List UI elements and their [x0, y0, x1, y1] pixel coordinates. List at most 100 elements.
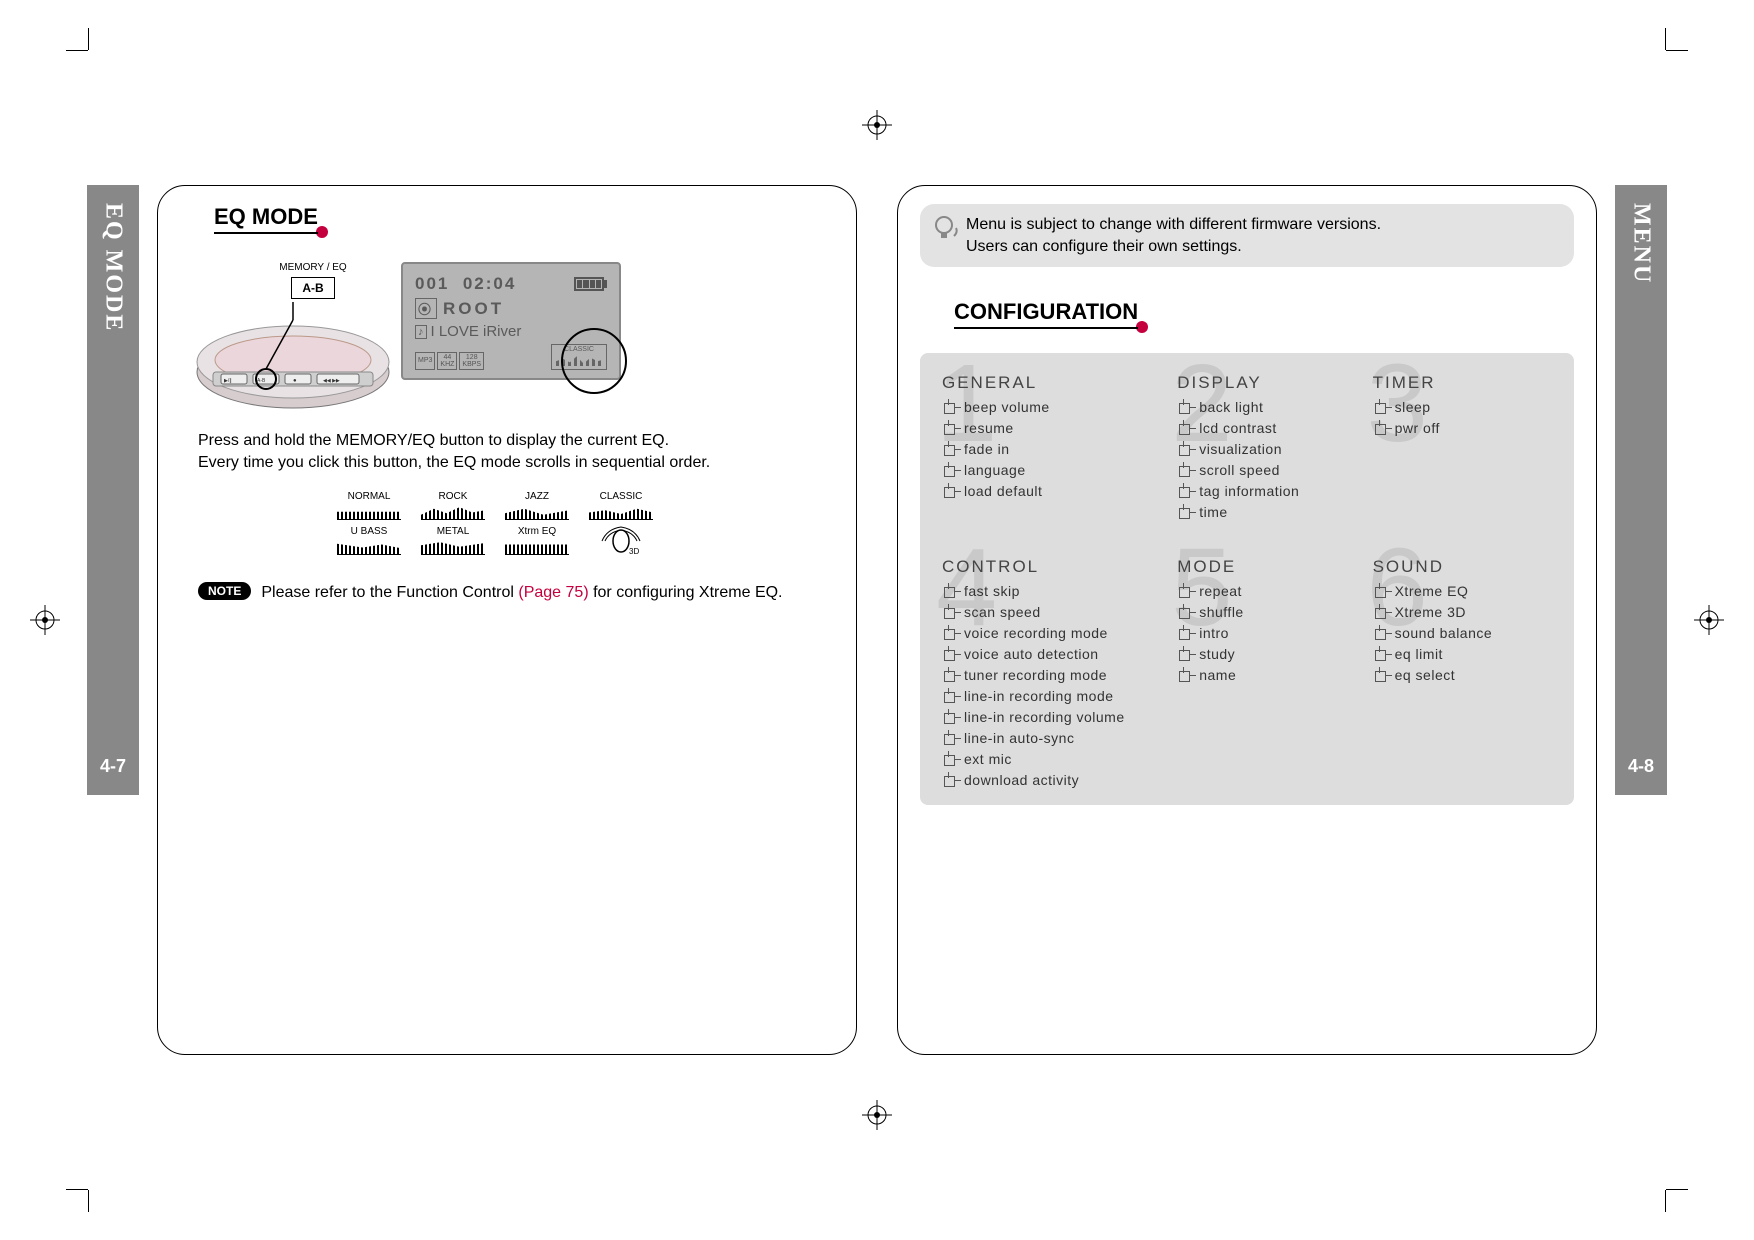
folder-icon: ⦿ — [415, 298, 437, 319]
eq-label: METAL — [421, 526, 485, 537]
section-head: SOUND — [1373, 557, 1552, 577]
eq-label: Xtrm EQ — [505, 526, 569, 537]
list-item: pwr off — [1373, 418, 1552, 439]
config-section-timer: 3 TIMER sleeppwr off — [1373, 373, 1552, 523]
list-item: visualization — [1177, 439, 1366, 460]
section-head: GENERAL — [942, 373, 1171, 393]
note-page-ref: (Page 75) — [518, 584, 588, 601]
eq-item: CLASSIC — [589, 491, 653, 520]
lcd-screen: 001 02:04 ⦿ROOT ♪I LOVE iRiver MP3 44KHZ… — [401, 262, 621, 380]
svg-text:▶/∥: ▶/∥ — [224, 378, 232, 384]
body-line-1: Press and hold the MEMORY/EQ button to d… — [198, 430, 826, 452]
list-item: load default — [942, 481, 1171, 502]
info-box: Menu is subject to change with different… — [920, 204, 1574, 267]
section-list: Xtreme EQXtreme 3Dsound balanceeq limite… — [1373, 581, 1552, 686]
list-item: fast skip — [942, 581, 1171, 602]
eq-item: Xtrm EQ — [505, 526, 569, 556]
list-item: repeat — [1177, 581, 1366, 602]
body-line-2: Every time you click this button, the EQ… — [198, 452, 826, 474]
list-item: scroll speed — [1177, 460, 1366, 481]
device-illustration: MEMORY / EQ A-B — [193, 262, 393, 412]
registration-mark-left — [30, 605, 60, 635]
list-item: name — [1177, 665, 1366, 686]
lcd-khz: 44 — [440, 354, 454, 361]
three-d-icon: 3D — [589, 526, 653, 556]
registration-mark-bottom — [862, 1100, 892, 1130]
eq-label: U BASS — [337, 526, 401, 537]
note-badge: NOTE — [198, 582, 251, 600]
content-panel-right: Menu is subject to change with different… — [897, 185, 1597, 1055]
svg-text:A-B: A-B — [257, 378, 266, 384]
section-list: sleeppwr off — [1373, 397, 1552, 439]
page-number-left: 4-7 — [100, 756, 126, 777]
list-item: beep volume — [942, 397, 1171, 418]
section-list: repeatshuffleintrostudyname — [1177, 581, 1366, 686]
section-head: MODE — [1177, 557, 1366, 577]
side-tab-left: EQ MODE 4-7 — [87, 185, 139, 795]
section-head: DISPLAY — [1177, 373, 1366, 393]
lcd-format-badges: MP3 44KHZ 128KBPS — [415, 352, 484, 370]
section-head: CONTROL — [942, 557, 1171, 577]
list-item: resume — [942, 418, 1171, 439]
eq-label: NORMAL — [337, 491, 401, 502]
eq-modes-grid: NORMAL ROCK JAZZ CLASSIC U BASS METAL Xt… — [337, 491, 677, 556]
list-item: language — [942, 460, 1171, 481]
list-item: eq select — [1373, 665, 1552, 686]
note-text: Please refer to the Function Control (Pa… — [261, 582, 782, 604]
eq-item: NORMAL — [337, 491, 401, 520]
list-item: Xtreme EQ — [1373, 581, 1552, 602]
list-item: line-in recording volume — [942, 707, 1171, 728]
eq-label: CLASSIC — [589, 491, 653, 502]
callout-caption: MEMORY / EQ — [233, 262, 393, 273]
svg-text:◀◀ ▶▶: ◀◀ ▶▶ — [323, 378, 340, 384]
note-icon: ♪ — [415, 325, 427, 339]
lightbulb-icon — [932, 214, 958, 244]
svg-text:3D: 3D — [629, 547, 639, 556]
section-list: beep volumeresumefade inlanguageload def… — [942, 397, 1171, 502]
lcd-time: 02:04 — [463, 274, 516, 293]
section-list: fast skipscan speedvoice recording modev… — [942, 581, 1171, 791]
body-text: Press and hold the MEMORY/EQ button to d… — [198, 430, 826, 473]
eq-item: U BASS — [337, 526, 401, 556]
list-item: voice recording mode — [942, 623, 1171, 644]
registration-mark-right — [1694, 605, 1724, 635]
lcd-track: 001 — [415, 274, 449, 293]
registration-mark-top — [862, 110, 892, 140]
section-list: back lightlcd contrastvisualizationscrol… — [1177, 397, 1366, 523]
battery-icon — [574, 277, 607, 291]
list-item: shuffle — [1177, 602, 1366, 623]
list-item: scan speed — [942, 602, 1171, 623]
eq-item: ROCK — [421, 491, 485, 520]
lcd-song: I LOVE iRiver — [431, 323, 522, 340]
note-pre: Please refer to the Function Control — [261, 584, 518, 601]
side-tab-right: MENU 4-8 — [1615, 185, 1667, 795]
list-item: fade in — [942, 439, 1171, 460]
list-item: tuner recording mode — [942, 665, 1171, 686]
config-section-mode: 5 MODE repeatshuffleintrostudyname — [1177, 557, 1366, 791]
list-item: sleep — [1373, 397, 1552, 418]
note-post: for configuring Xtreme EQ. — [589, 584, 783, 601]
lcd-fmt: MP3 — [418, 354, 432, 368]
config-section-general: 1 GENERAL beep volumeresumefade inlangua… — [942, 373, 1171, 523]
callout-button-label: A-B — [291, 277, 334, 299]
config-grid: 1 GENERAL beep volumeresumefade inlangua… — [920, 353, 1574, 805]
lcd-kbps: 128 — [462, 354, 481, 361]
list-item: intro — [1177, 623, 1366, 644]
eq-item: METAL — [421, 526, 485, 556]
list-item: time — [1177, 502, 1366, 523]
section-title-eqmode: EQ MODE — [214, 204, 318, 234]
highlight-circle-icon — [561, 328, 627, 394]
list-item: voice auto detection — [942, 644, 1171, 665]
info-line-1: Menu is subject to change with different… — [966, 214, 1560, 236]
section-title-config: CONFIGURATION — [954, 299, 1138, 329]
side-tab-right-label: MENU — [1628, 203, 1655, 284]
list-item: line-in recording mode — [942, 686, 1171, 707]
config-section-display: 2 DISPLAY back lightlcd contrastvisualiz… — [1177, 373, 1366, 523]
list-item: back light — [1177, 397, 1366, 418]
list-item: eq limit — [1373, 644, 1552, 665]
page-right: MENU 4-8 Menu is subject to change with … — [877, 185, 1667, 1055]
list-item: sound balance — [1373, 623, 1552, 644]
list-item: lcd contrast — [1177, 418, 1366, 439]
config-section-control: 4 CONTROL fast skipscan speedvoice recor… — [942, 557, 1171, 791]
side-tab-left-label: EQ MODE — [100, 203, 127, 332]
